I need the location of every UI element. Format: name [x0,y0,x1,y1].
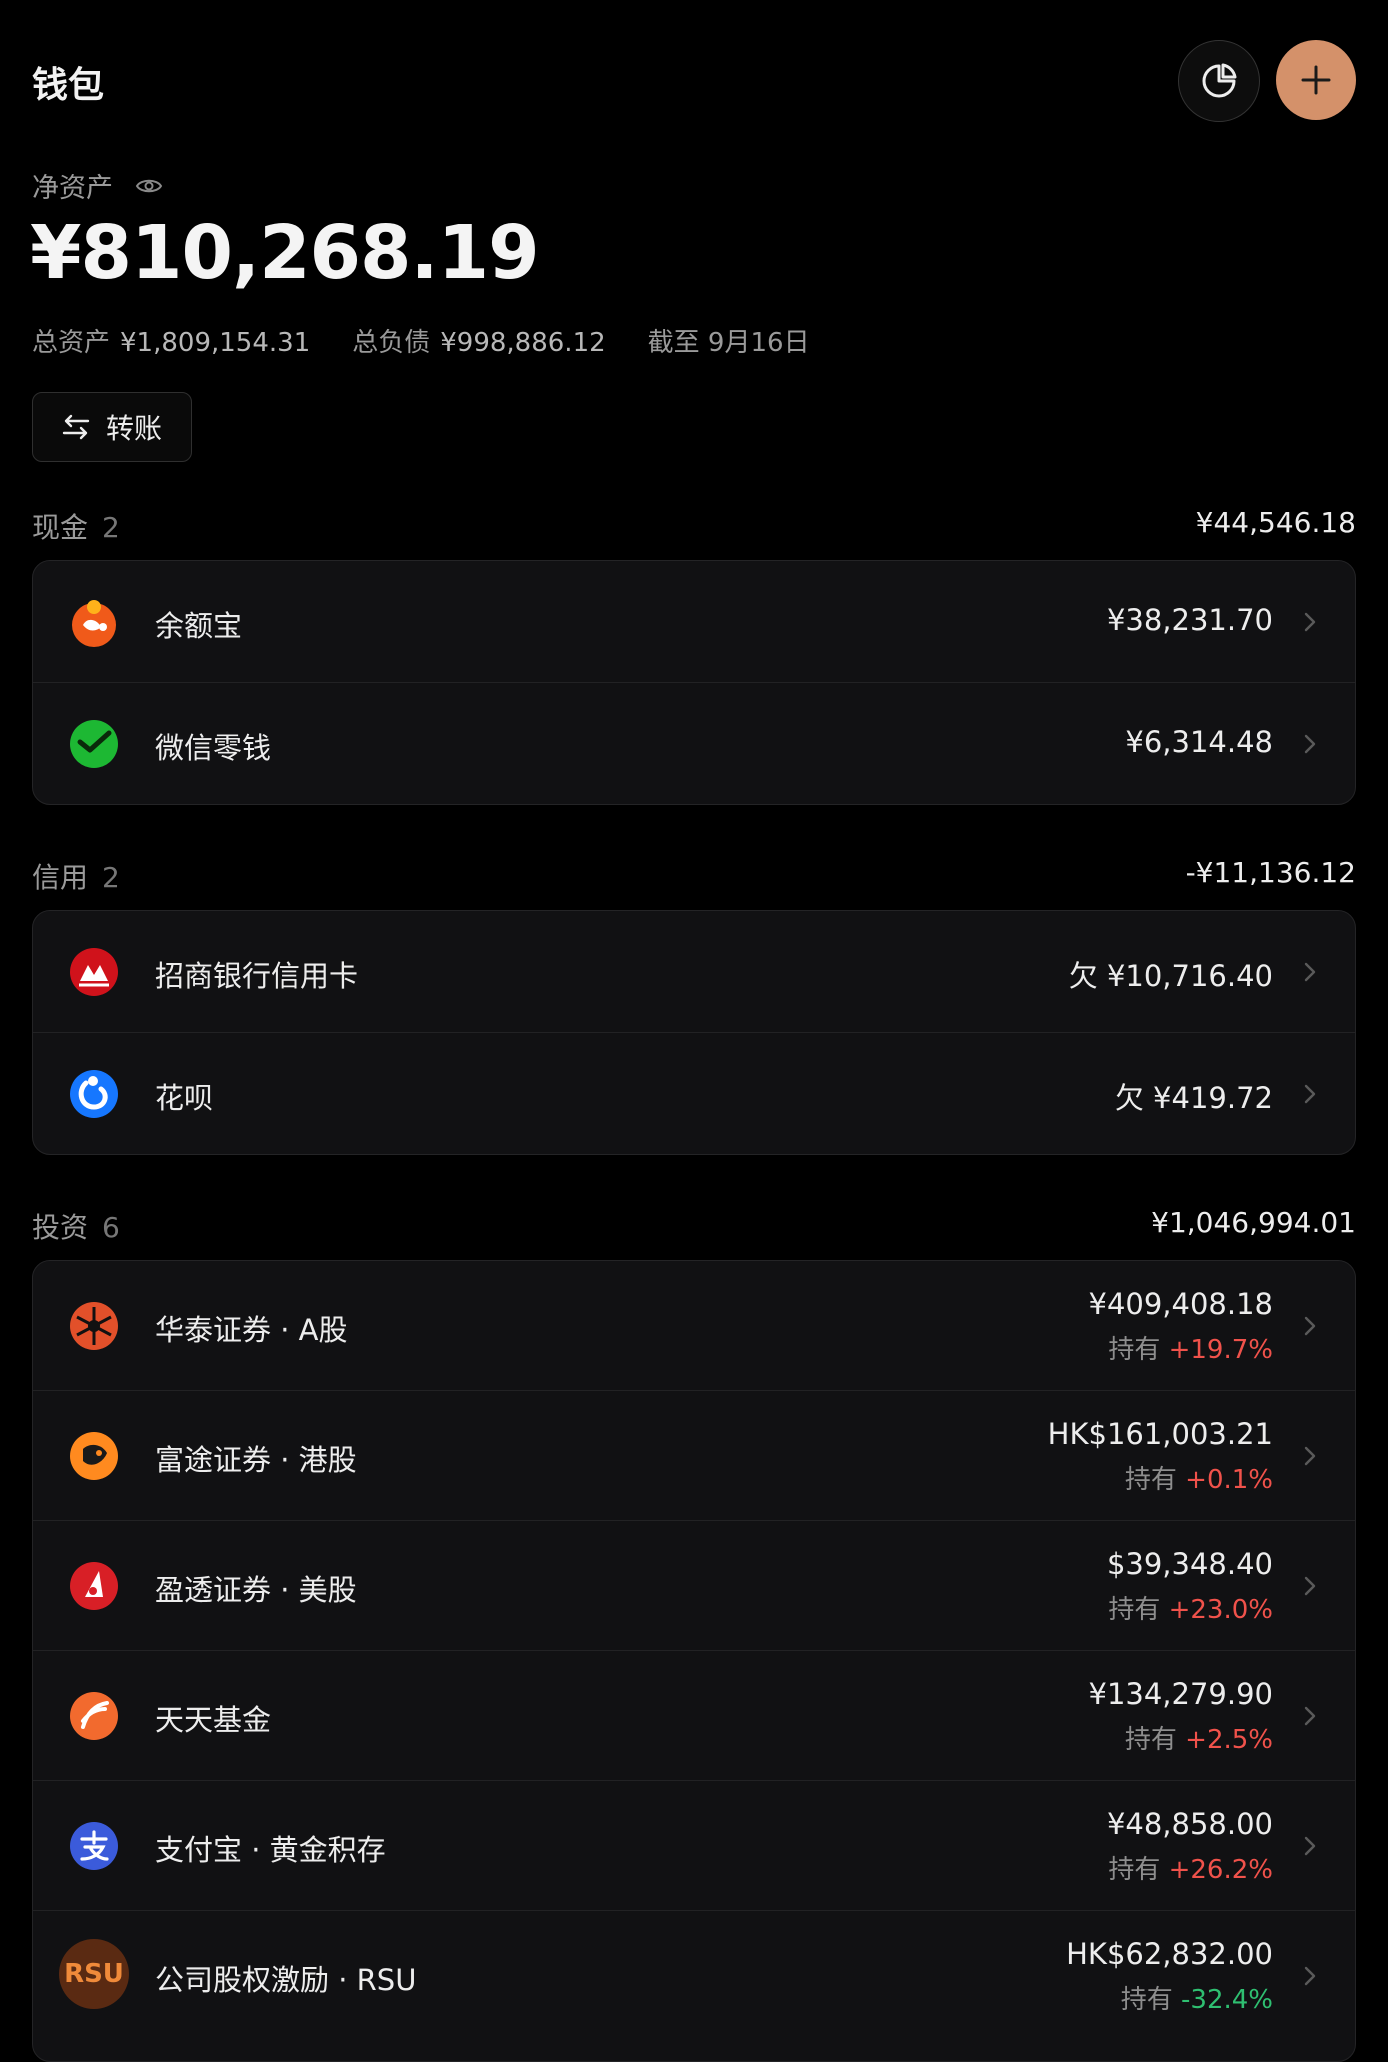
yuebao-icon [69,597,119,647]
tiantian-icon [69,1691,119,1741]
holding-change: 持有 +19.7% [1108,1335,1273,1365]
eye-icon[interactable] [135,176,163,196]
amount: HK$62,832.00 [1066,1937,1273,1971]
pie-chart-icon [1202,63,1237,98]
section-total: ¥44,546.18 [1195,506,1356,539]
wechat-icon [69,719,119,769]
transfer-button[interactable]: 转账 [32,392,192,462]
holding-change: 持有 +26.2% [1108,1855,1273,1885]
account-row[interactable]: 花呗 欠 ¥419.72 [33,1033,1355,1154]
chevron-right-icon [1295,1831,1325,1861]
cmb-icon [69,947,119,997]
chevron-right-icon [1295,1079,1325,1109]
amount: ¥48,858.00 [1106,1807,1273,1841]
section-total: ¥1,046,994.01 [1151,1206,1356,1239]
amount: ¥38,231.70 [1106,603,1273,637]
rsu-icon: RSU [59,1939,129,2009]
huabei-icon [69,1069,119,1119]
amount: 欠 ¥419.72 [1114,1081,1273,1115]
net-worth-label: 净资产 [32,173,113,204]
header: 钱包 [32,40,1356,122]
chevron-right-icon [1295,1571,1325,1601]
summary-row: 总资产 ¥1,809,154.31 总负债 ¥998,886.12 截至 9月16日 [32,322,810,359]
net-worth-value: ¥810,268.19 [30,210,540,296]
chevron-right-icon [1295,957,1325,987]
net-worth-label-row: 净资产 [32,166,163,205]
amount: 欠 ¥10,716.40 [1068,959,1273,993]
huatai-icon [69,1301,119,1351]
amount: ¥409,408.18 [1088,1287,1274,1321]
holding-change: 持有 +23.0% [1108,1595,1273,1625]
amount: $39,348.40 [1106,1547,1273,1581]
chevron-right-icon [1295,1701,1325,1731]
investments-card: 华泰证券 · A股 ¥409,408.18 持有 +19.7% 富途证券 · 港… [32,1260,1356,2062]
credit-card: 招商银行信用卡 欠 ¥10,716.40 花呗 欠 ¥419.72 [32,910,1356,1155]
as-of-date: 截至 9月16日 [647,328,810,358]
page-title: 钱包 [32,65,105,106]
ibkr-icon [69,1561,119,1611]
transfer-arrows-icon [62,414,90,440]
chart-button[interactable] [1178,40,1260,122]
chevron-right-icon [1295,1441,1325,1471]
amount: HK$161,003.21 [1047,1417,1273,1451]
amount: ¥134,279.90 [1088,1677,1274,1711]
section-header-cash: 现金 2 ¥44,546.18 [32,506,1356,544]
holding-change: 持有 +2.5% [1124,1725,1273,1755]
alipay-icon [69,1821,119,1871]
add-button[interactable] [1276,40,1356,120]
section-total: -¥11,136.12 [1185,856,1356,889]
holding-change: 持有 +0.1% [1124,1465,1273,1495]
account-row[interactable]: RSU 公司股权激励 · RSU HK$62,832.00 持有 -32.4% [33,1911,1355,2040]
holding-change: 持有 -32.4% [1120,1985,1273,2015]
account-row[interactable]: 支付宝 · 黄金积存 ¥48,858.00 持有 +26.2% [33,1781,1355,1911]
section-header-credit: 信用 2 -¥11,136.12 [32,856,1356,894]
amount: ¥6,314.48 [1125,725,1273,759]
plus-icon [1301,65,1331,95]
account-row[interactable]: 天天基金 ¥134,279.90 持有 +2.5% [33,1651,1355,1781]
chevron-right-icon [1295,1961,1325,1991]
account-row[interactable]: 微信零钱 ¥6,314.48 [33,683,1355,804]
chevron-right-icon [1295,1311,1325,1341]
account-row[interactable]: 富途证券 · 港股 HK$161,003.21 持有 +0.1% [33,1391,1355,1521]
futu-icon [69,1431,119,1481]
account-row[interactable]: 盈透证券 · 美股 $39,348.40 持有 +23.0% [33,1521,1355,1651]
account-row[interactable]: 招商银行信用卡 欠 ¥10,716.40 [33,911,1355,1033]
chevron-right-icon [1295,729,1325,759]
account-row[interactable]: 余额宝 ¥38,231.70 [33,561,1355,683]
account-row[interactable]: 华泰证券 · A股 ¥409,408.18 持有 +19.7% [33,1261,1355,1391]
total-liabilities: 总负债 ¥998,886.12 [352,328,606,358]
cash-card: 余额宝 ¥38,231.70 微信零钱 ¥6,314.48 [32,560,1356,805]
transfer-label: 转账 [105,412,162,445]
section-header-investments: 投资 6 ¥1,046,994.01 [32,1206,1356,1244]
chevron-right-icon [1295,607,1325,637]
total-assets: 总资产 ¥1,809,154.31 [32,328,311,358]
